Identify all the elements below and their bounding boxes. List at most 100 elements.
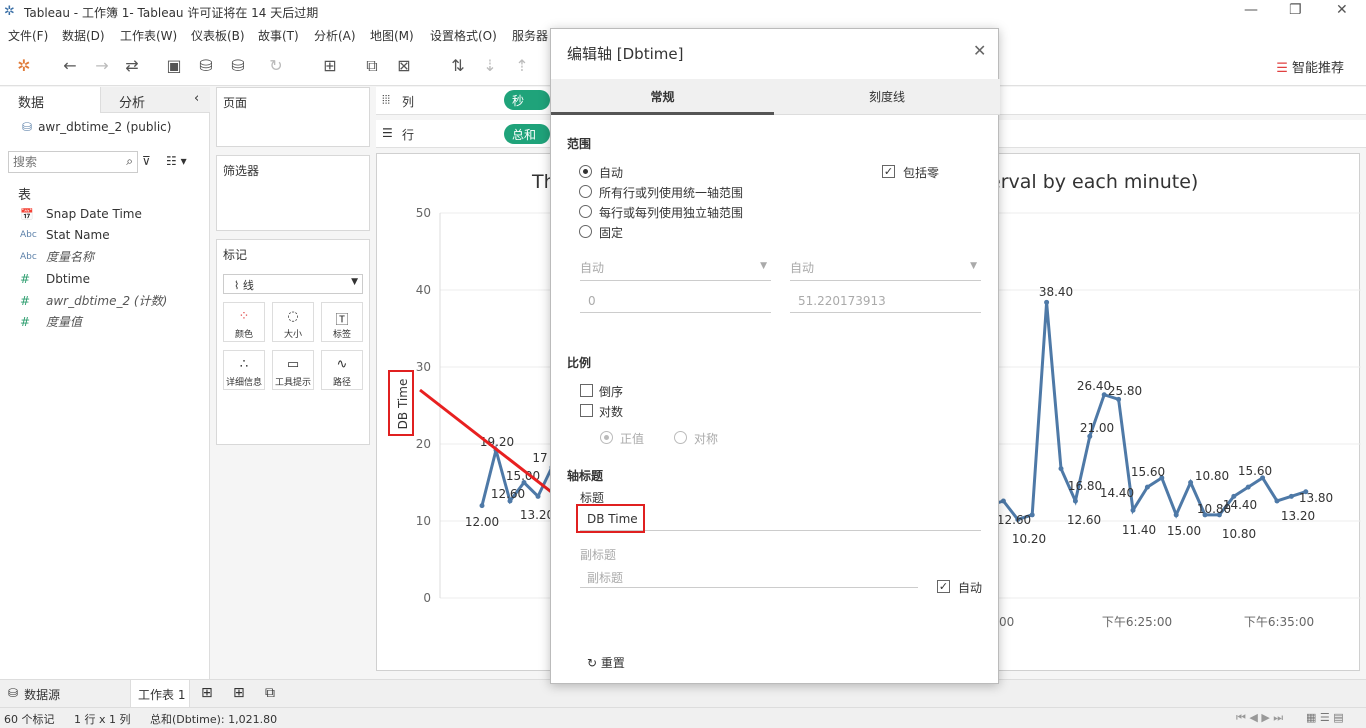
undo-icon[interactable]: ← — [60, 56, 80, 75]
new-worksheet-tab-icon[interactable]: ⊞ — [201, 685, 213, 701]
range-start-input[interactable]: 0 — [580, 294, 771, 313]
menu-analysis[interactable]: 分析(A) — [314, 27, 356, 44]
sort-ascending-icon[interactable]: ⇣ — [480, 56, 500, 75]
range-end-select[interactable]: 自动 ▼ — [790, 259, 981, 281]
field-item[interactable]: # 度量值 — [20, 313, 82, 330]
range-auto-radio[interactable] — [579, 165, 592, 178]
color-button[interactable]: ⁘ 颜色 — [223, 302, 265, 342]
clear-sheet-icon[interactable]: ⊠ — [394, 56, 414, 75]
tableau-logo-icon: ✲ — [4, 4, 15, 19]
datasource-item[interactable]: ⛁ awr_dbtime_2 (public) — [22, 120, 171, 134]
restore-button[interactable]: ❐ — [1289, 2, 1302, 18]
pause-updates-icon[interactable]: ⛁ — [228, 56, 248, 75]
menu-data[interactable]: 数据(D) — [62, 27, 105, 44]
data-point[interactable] — [479, 503, 485, 509]
range-start-select[interactable]: 自动 ▼ — [580, 259, 771, 281]
range-end-input[interactable]: 51.220173913 — [790, 294, 981, 313]
columns-pill[interactable]: 秒(Snap — [504, 90, 550, 110]
swap-icon[interactable]: ⇄ — [122, 56, 142, 75]
sheet-tab-1[interactable]: 工作表 1 — [130, 680, 190, 708]
positive-radio[interactable] — [600, 431, 613, 444]
menu-worksheet[interactable]: 工作表(W) — [120, 27, 177, 44]
sort-descending-icon[interactable]: ⇡ — [512, 56, 532, 75]
menu-format[interactable]: 设置格式(O) — [430, 27, 497, 44]
mark-type-select[interactable]: ⌇ 线 ▼ — [223, 274, 363, 294]
field-item[interactable]: 📅 Snap Date Time — [20, 207, 142, 221]
range-uniform-radio[interactable] — [579, 185, 592, 198]
data-point[interactable] — [1144, 484, 1150, 490]
data-point[interactable] — [1072, 498, 1078, 504]
minimize-button[interactable]: — — [1244, 2, 1258, 18]
new-story-tab-icon[interactable]: ⧉ — [265, 685, 275, 701]
data-point[interactable] — [1130, 507, 1136, 513]
status-bar: 60 个标记 1 行 x 1 列 总和(Dbtime): 1,021.80 ⏮ … — [0, 707, 1366, 728]
symmetric-radio[interactable] — [674, 431, 687, 444]
data-point[interactable] — [535, 493, 541, 499]
menu-dashboard[interactable]: 仪表板(B) — [191, 27, 245, 44]
datasource-tab[interactable]: ⛁ 数据源 — [8, 686, 60, 703]
swap-rows-columns-icon[interactable]: ⇅ — [448, 56, 468, 75]
data-point[interactable] — [1274, 498, 1280, 504]
view-options-icon[interactable]: ☷ ▾ — [166, 154, 187, 168]
tab-data[interactable]: 数据 — [0, 87, 100, 113]
menu-server[interactable]: 服务器 — [512, 27, 548, 44]
close-window-button[interactable]: ✕ — [1336, 2, 1348, 18]
data-point[interactable] — [1188, 480, 1194, 485]
tooltip-button[interactable]: ▭ 工具提示 — [272, 350, 314, 390]
data-point[interactable] — [1173, 512, 1179, 518]
collapse-pane-icon[interactable]: ‹ — [194, 91, 199, 106]
columns-icon: ⦙⦙⦙ — [382, 93, 391, 107]
menu-map[interactable]: 地图(M) — [370, 27, 414, 44]
field-item[interactable]: # Dbtime — [20, 272, 90, 286]
rows-pill[interactable]: 总和(D — [504, 124, 550, 144]
log-checkbox[interactable] — [580, 404, 593, 417]
sheet-view-icon[interactable]: ▦ ☰ ▤ — [1306, 711, 1344, 724]
range-fixed-radio[interactable] — [579, 225, 592, 238]
detail-button[interactable]: ∴ 详细信息 — [223, 350, 265, 390]
subtitle-field[interactable]: 副标题 — [580, 566, 918, 588]
field-item[interactable]: Abc Stat Name — [20, 228, 110, 242]
show-me-button[interactable]: ☰ 智能推荐 — [1276, 57, 1344, 76]
reset-button[interactable]: ↻ 重置 — [587, 654, 625, 671]
reversed-checkbox[interactable] — [580, 384, 593, 397]
save-icon[interactable]: ▣ — [164, 56, 184, 75]
range-independent-radio[interactable] — [579, 205, 592, 218]
path-button[interactable]: ∿ 路径 — [321, 350, 363, 390]
size-label: 大小 — [283, 330, 302, 340]
refresh-icon[interactable]: ↻ — [266, 56, 286, 75]
field-item[interactable]: Abc 度量名称 — [20, 248, 94, 265]
data-label: 12.60 — [491, 487, 525, 501]
data-label: 12.00 — [465, 515, 499, 529]
tableau-home-icon[interactable]: ✲ — [14, 56, 34, 75]
search-input[interactable] — [13, 153, 113, 171]
subtitle-auto-checkbox[interactable]: ✓ — [937, 580, 950, 593]
log-label: 对数 — [599, 405, 624, 419]
filters-card[interactable]: 筛选器 — [216, 155, 370, 231]
data-point[interactable] — [1058, 466, 1064, 472]
new-datasource-icon[interactable]: ⛁ — [196, 56, 216, 75]
data-point[interactable] — [1000, 498, 1006, 504]
new-dashboard-tab-icon[interactable]: ⊞ — [233, 685, 245, 701]
tab-tick-marks[interactable]: 刻度线 — [774, 79, 1000, 115]
dialog-close-icon[interactable]: ✕ — [973, 41, 986, 60]
redo-icon[interactable]: → — [92, 56, 112, 75]
filter-icon[interactable]: ⊽ — [142, 154, 151, 168]
datasource-tab-label: 数据源 — [24, 688, 61, 702]
chevron-down-icon: ▼ — [970, 261, 977, 271]
sheet-nav-icon[interactable]: ⏮ ◀ ▶ ⏭ — [1236, 711, 1283, 725]
menu-file[interactable]: 文件(F) — [8, 27, 48, 44]
label-button[interactable]: 🅃 标签 — [321, 302, 363, 342]
size-button[interactable]: ◌ 大小 — [272, 302, 314, 342]
tab-general[interactable]: 常规 — [551, 79, 774, 115]
include-zero-checkbox[interactable]: ✓ — [882, 165, 895, 178]
duplicate-icon[interactable]: ⧉ — [362, 56, 382, 76]
data-point[interactable] — [1288, 493, 1294, 499]
field-item[interactable]: # awr_dbtime_2 (计数) — [20, 292, 167, 309]
menu-story[interactable]: 故事(T) — [258, 27, 299, 44]
new-worksheet-icon[interactable]: ⊞ — [320, 56, 340, 75]
search-box[interactable]: ⌕ — [8, 151, 138, 173]
data-point[interactable] — [1044, 299, 1050, 305]
data-point[interactable] — [1245, 484, 1251, 490]
pages-card[interactable]: 页面 — [216, 87, 370, 147]
subtitle-input[interactable]: 副标题 — [587, 569, 623, 586]
